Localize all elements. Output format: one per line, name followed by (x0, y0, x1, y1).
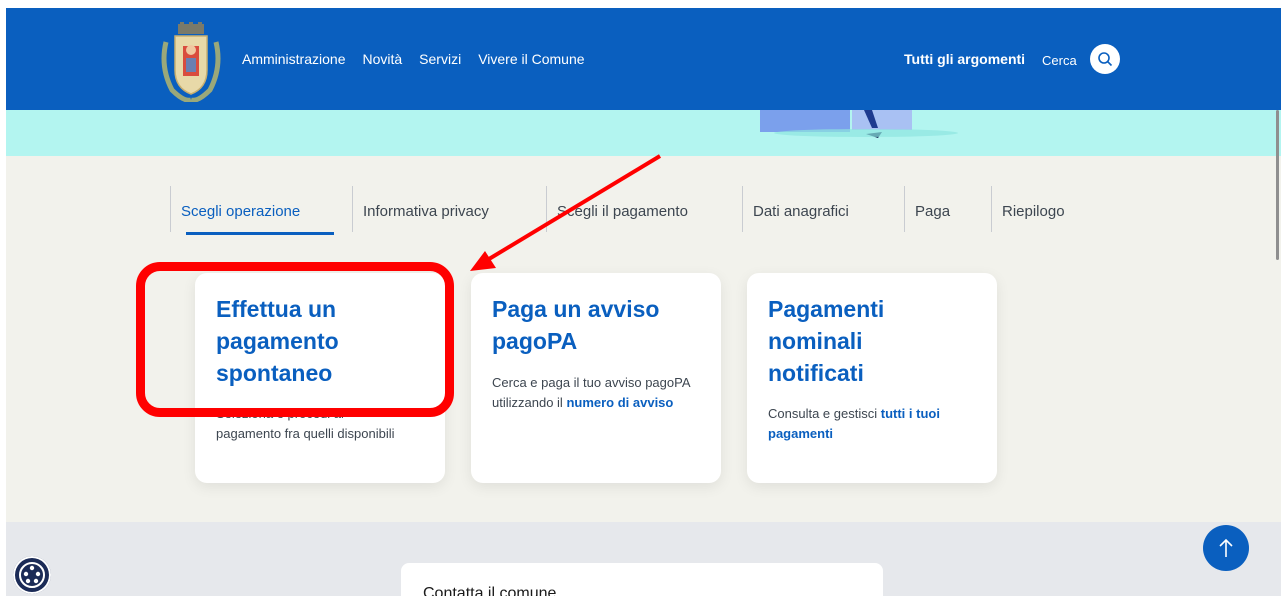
step-label: Dati anagrafici (753, 203, 849, 220)
card-description: Seleziona e procedi al pagamento fra que… (216, 406, 395, 441)
step-label: Riepilogo (1002, 203, 1065, 220)
main-nav: Amministrazione Novità Servizi Vivere il… (242, 51, 585, 67)
back-to-top-button[interactable] (1203, 525, 1249, 571)
nav-item-vivere-il-comune[interactable]: Vivere il Comune (478, 51, 584, 67)
card-description: Consulta e gestisci tutti i tuoi pagamen… (768, 406, 940, 441)
card-pagamento-spontaneo[interactable]: Effettua un pagamento spontaneo Selezion… (195, 273, 445, 483)
active-step-indicator (186, 232, 334, 235)
nav-item-servizi[interactable]: Servizi (419, 51, 461, 67)
card-avviso-pagopa[interactable]: Paga un avviso pagoPA Cerca e paga il tu… (471, 273, 721, 483)
step-dati-anagrafici[interactable]: Dati anagrafici (742, 186, 849, 232)
arrow-up-icon (1219, 538, 1233, 557)
accessibility-icon (19, 562, 45, 588)
browser-viewport: Amministrazione Novità Servizi Vivere il… (6, 8, 1281, 596)
step-riepilogo[interactable]: Riepilogo (991, 186, 1065, 232)
step-paga[interactable]: Paga (904, 186, 950, 232)
hero-banner (6, 110, 1281, 156)
step-scegli-operazione[interactable]: Scegli operazione (170, 186, 300, 232)
site-header: Amministrazione Novità Servizi Vivere il… (6, 8, 1281, 110)
card-title: Effettua un pagamento spontaneo (216, 296, 339, 386)
step-label: Scegli operazione (181, 203, 301, 220)
hero-illustration (760, 110, 958, 138)
step-scegli-il-pagamento[interactable]: Scegli il pagamento (546, 186, 688, 232)
step-label: Paga (915, 203, 951, 220)
contact-title: Contatta il comune (423, 585, 557, 596)
accessibility-button[interactable] (13, 556, 51, 594)
contact-card: Contatta il comune (401, 563, 883, 596)
search-icon (1098, 52, 1113, 67)
search-button[interactable] (1090, 44, 1120, 74)
step-label: Informativa privacy (363, 203, 489, 220)
search-label[interactable]: Cerca (1042, 53, 1077, 68)
coat-of-arms-logo[interactable] (158, 22, 224, 103)
all-topics-link[interactable]: Tutti gli argomenti (904, 51, 1025, 67)
card-title: Pagamenti nominali notificati (768, 296, 885, 386)
nav-item-amministrazione[interactable]: Amministrazione (242, 51, 345, 67)
step-label: Scegli il pagamento (557, 203, 688, 220)
nav-item-novita[interactable]: Novità (362, 51, 402, 67)
page-scrollbar[interactable] (1276, 110, 1279, 260)
step-informativa-privacy[interactable]: Informativa privacy (352, 186, 489, 232)
card-description: Cerca e paga il tuo avviso pagoPA utiliz… (492, 375, 691, 410)
card-title: Paga un avviso pagoPA (492, 296, 660, 354)
card-pagamenti-nominali[interactable]: Pagamenti nominali notificati Consulta e… (747, 273, 997, 483)
